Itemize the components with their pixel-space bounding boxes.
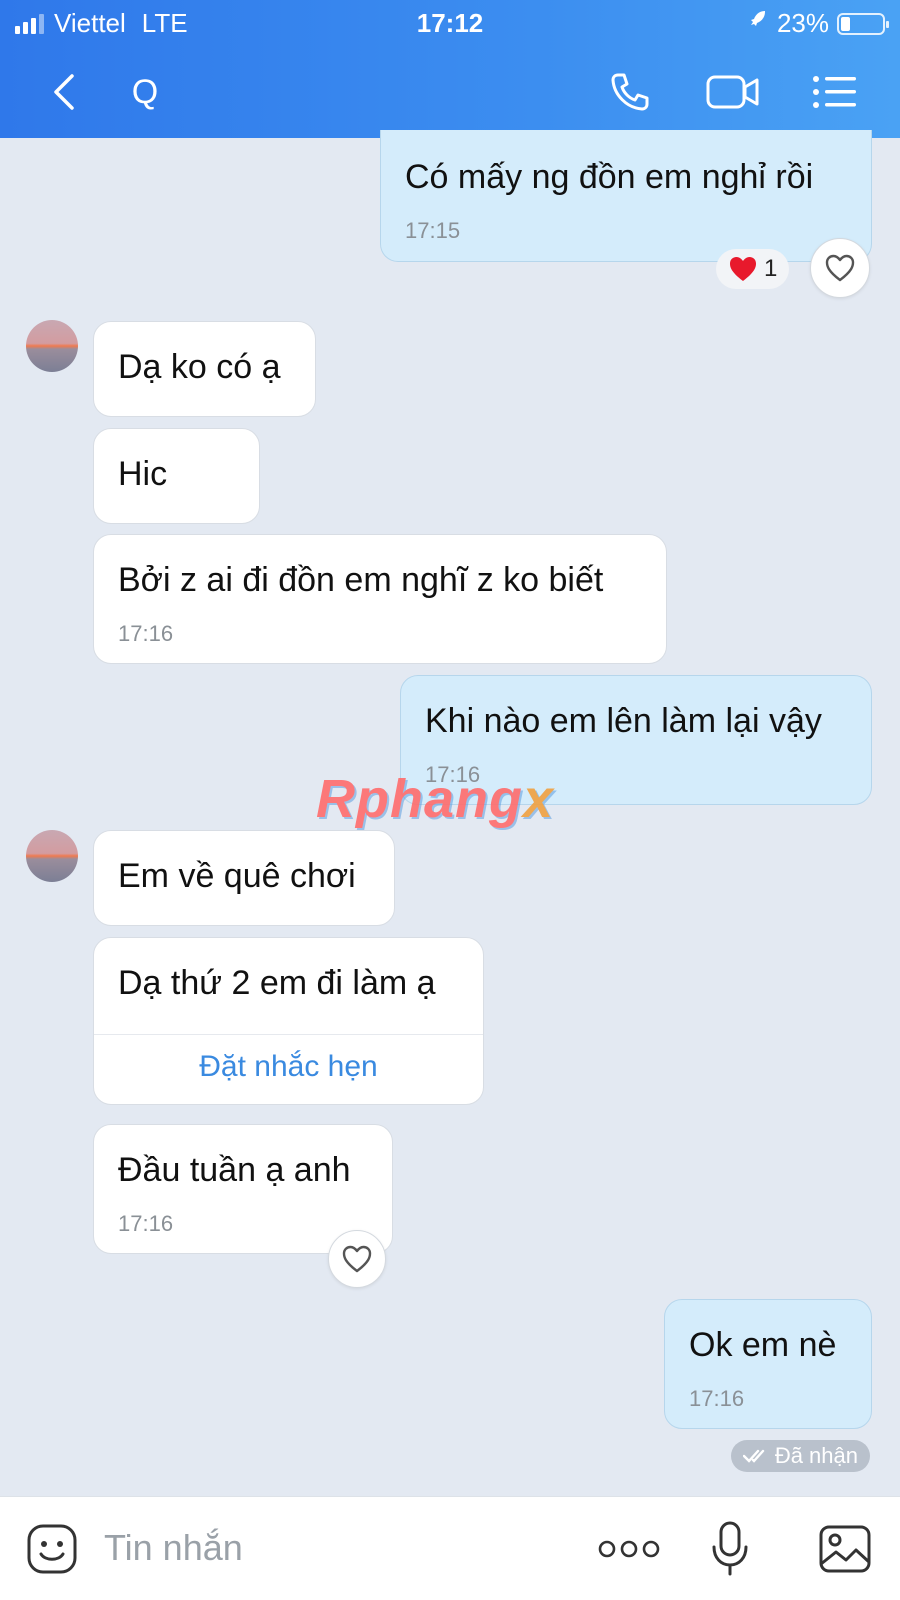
message-input-bar: Tin nhắn	[0, 1496, 900, 1600]
divider	[94, 1034, 483, 1035]
status-bar: Viettel LTE 17:12 23%	[0, 8, 900, 38]
contact-name[interactable]: Q	[125, 60, 165, 124]
back-button[interactable]	[40, 60, 90, 124]
message-text: Hic	[118, 455, 168, 493]
photo-button[interactable]	[815, 1519, 875, 1579]
message-bubble-incoming[interactable]: Em về quê chơi	[93, 830, 395, 926]
set-reminder-link[interactable]: Đặt nhắc hẹn	[94, 1050, 483, 1084]
heart-icon	[342, 1245, 372, 1273]
receipt-text: Đã nhận	[774, 1443, 858, 1468]
message-text: Ok em nè	[689, 1326, 837, 1364]
message-text: Có mấy ng đồn em nghỉ rồi	[405, 158, 814, 196]
message-text: Bởi z ai đi đồn em nghĩ z ko biết	[118, 561, 604, 599]
call-button[interactable]	[600, 60, 660, 124]
chat-header: Viettel LTE 17:12 23% Q	[0, 0, 900, 138]
message-bubble-incoming[interactable]: Dạ ko có ạ	[93, 321, 316, 417]
message-time: 17:16	[118, 621, 174, 646]
message-text: Dạ ko có ạ	[118, 348, 281, 386]
mic-icon	[712, 1521, 748, 1576]
message-text: Khi nào em lên làm lại vậy	[425, 702, 822, 740]
voice-button[interactable]	[700, 1519, 760, 1579]
message-bubble-incoming[interactable]: Bởi z ai đi đồn em nghĩ z ko biết 17:16	[93, 534, 667, 664]
message-text: Em về quê chơi	[118, 857, 356, 895]
reaction-badge[interactable]: 1	[716, 249, 790, 289]
video-call-button[interactable]	[700, 60, 766, 124]
back-icon	[54, 74, 74, 110]
message-text: Dạ thứ 2 em đi làm ạ	[118, 964, 436, 1002]
menu-icon	[813, 76, 856, 108]
rocket-icon	[745, 8, 769, 39]
nav-bar: Q	[0, 60, 900, 124]
message-bubble-incoming[interactable]: Hic	[93, 428, 260, 524]
heart-filled-icon	[730, 257, 756, 281]
double-check-icon	[742, 1449, 765, 1463]
message-text: Đầu tuần ạ anh	[118, 1151, 351, 1189]
contact-avatar[interactable]	[26, 830, 78, 882]
more-button[interactable]	[594, 1519, 664, 1579]
message-bubble-incoming[interactable]: Dạ thứ 2 em đi làm ạ Đặt nhắc hẹn	[93, 937, 484, 1105]
menu-button[interactable]	[810, 60, 860, 124]
emoji-icon	[27, 1524, 77, 1574]
message-time: 17:16	[118, 1211, 174, 1236]
reaction-count: 1	[764, 255, 778, 282]
message-bubble-outgoing[interactable]: Ok em nè 17:16	[664, 1299, 872, 1429]
read-receipt: Đã nhận	[730, 1440, 870, 1472]
battery-icon	[837, 12, 889, 35]
contact-avatar[interactable]	[26, 320, 78, 372]
heart-icon	[825, 254, 855, 282]
message-input[interactable]: Tin nhắn	[104, 1527, 243, 1569]
more-icon	[598, 1540, 660, 1558]
watermark-logo: Rphangx	[316, 769, 555, 829]
video-icon	[706, 75, 759, 109]
like-button[interactable]	[810, 238, 870, 298]
image-icon	[819, 1525, 871, 1573]
like-button[interactable]	[328, 1230, 386, 1288]
message-bubble-outgoing[interactable]: Có mấy ng đồn em nghỉ rồi 17:15	[380, 130, 872, 262]
emoji-button[interactable]	[22, 1519, 82, 1579]
message-time: 17:16	[689, 1386, 745, 1411]
phone-icon	[611, 73, 649, 111]
battery-percent: 23%	[776, 8, 829, 38]
battery-fill	[841, 16, 850, 31]
message-time: 17:15	[405, 218, 461, 243]
